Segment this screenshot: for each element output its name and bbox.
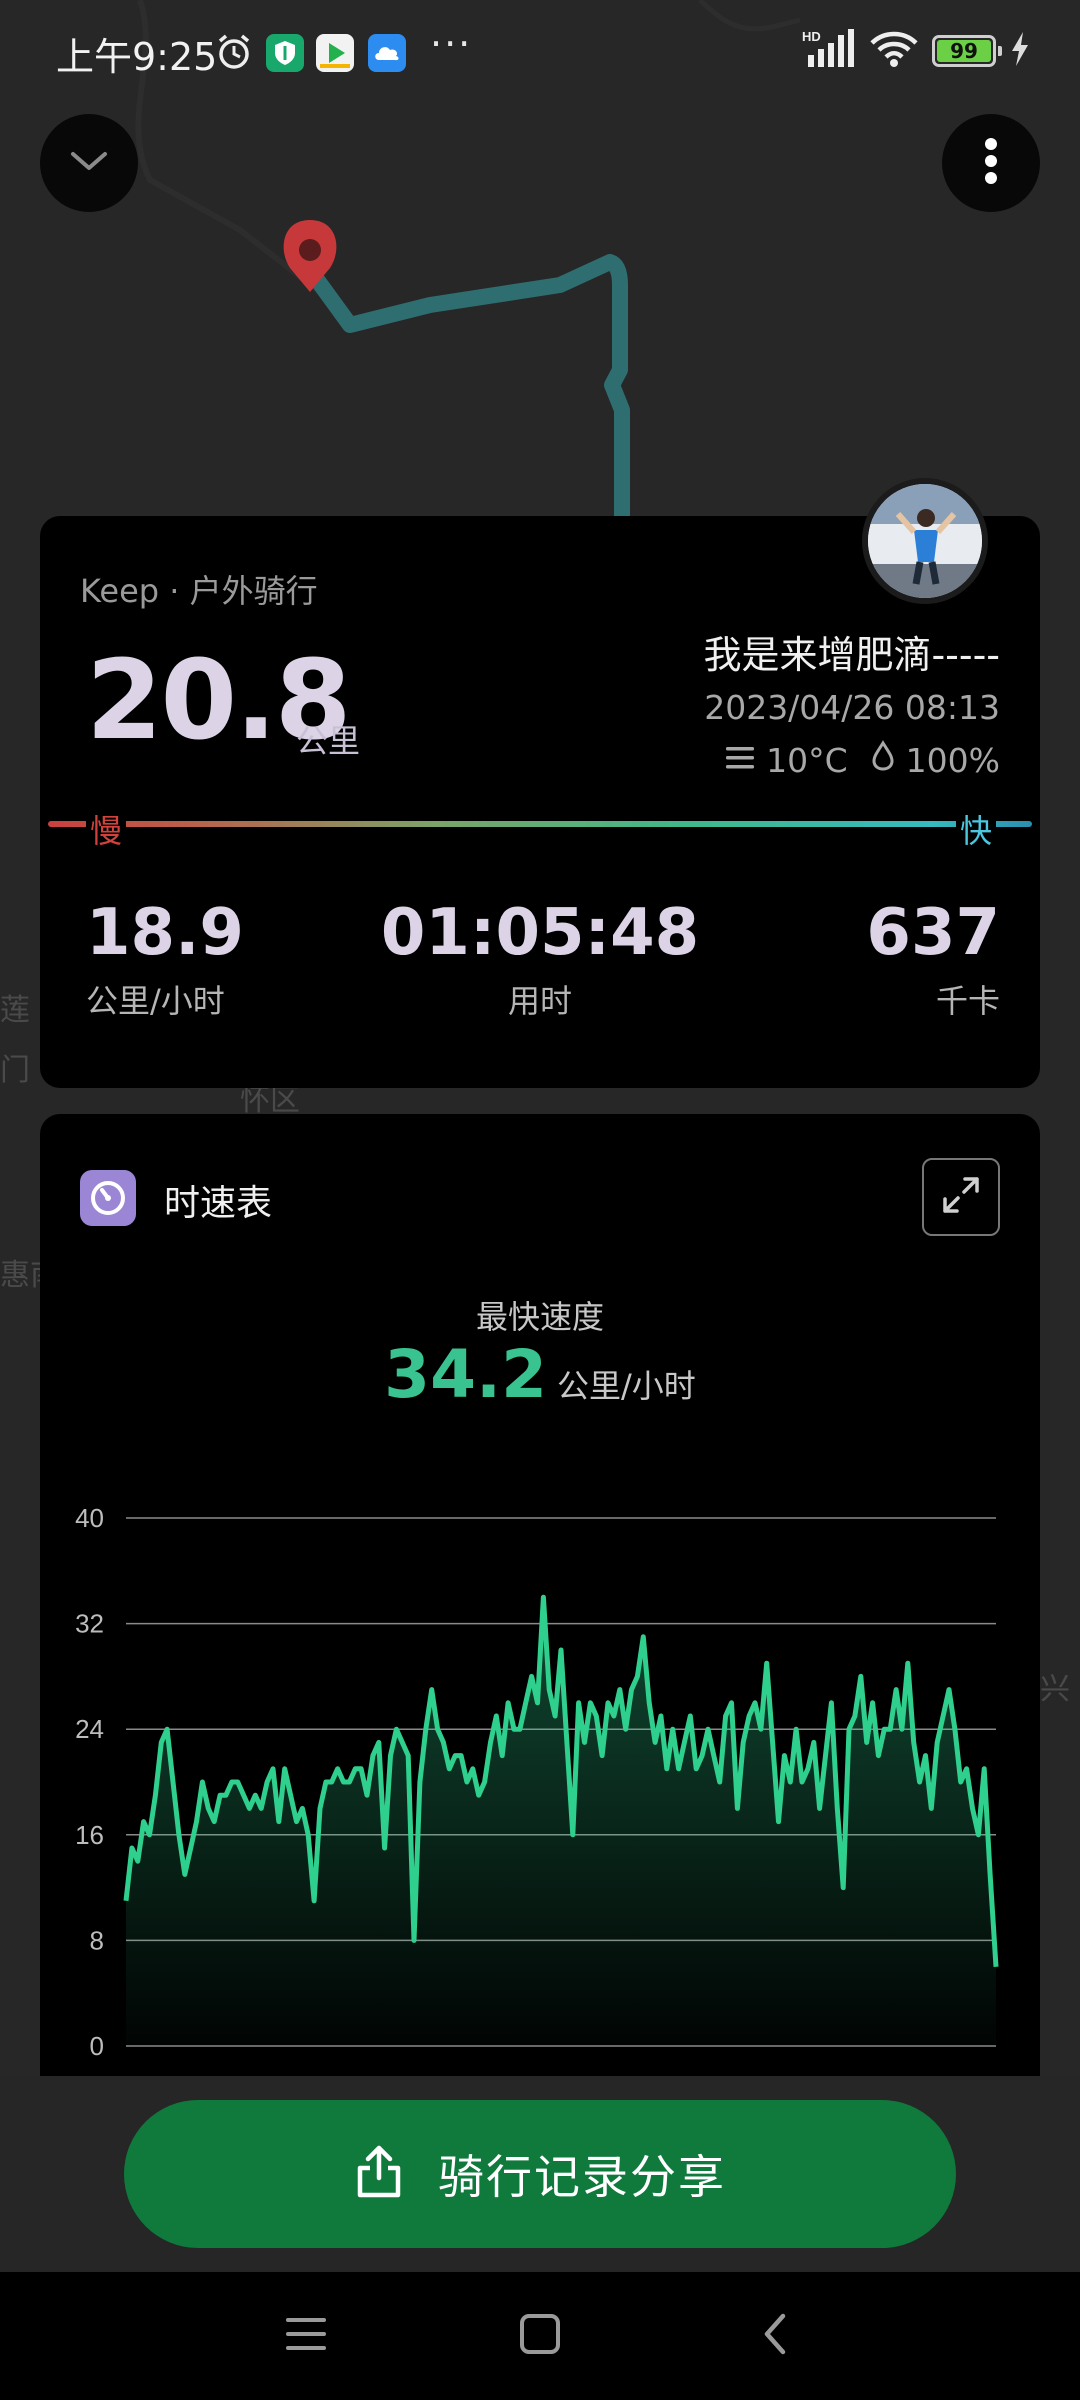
route-track: [302, 254, 630, 520]
wifi-icon: [870, 30, 918, 72]
battery-icon: 99: [932, 35, 1002, 67]
speed-gradient-bar: [48, 821, 1032, 827]
y-tick-label: 24: [75, 1714, 104, 1744]
collapse-button[interactable]: [40, 114, 138, 212]
speedometer-card: 时速表 最快速度 34.2 公里/小时 0 8 16 24 32 40: [40, 1114, 1040, 2114]
cloud-app-icon: [368, 34, 406, 72]
map-pin-icon: [283, 220, 337, 292]
weather-info: 10°C 100%: [724, 740, 1000, 780]
slow-label: 慢: [86, 806, 127, 852]
map-label: 兴: [1040, 1672, 1070, 1707]
calories-value: 637: [866, 896, 1000, 970]
map-label: 门: [0, 1053, 30, 1088]
y-tick-label: 0: [90, 2031, 104, 2061]
battery-level: 99: [937, 40, 991, 62]
y-tick-label: 40: [75, 1503, 104, 1533]
back-icon: [757, 2310, 791, 2362]
humidity-drop-icon: [870, 740, 896, 780]
navigation-bar: [0, 2272, 1080, 2400]
charging-icon: [1010, 32, 1030, 70]
shield-app-icon: [266, 34, 304, 72]
home-icon: [518, 2312, 562, 2360]
fast-label: 快: [956, 806, 997, 852]
y-tick-label: 32: [75, 1609, 104, 1639]
alarm-icon: [214, 32, 254, 76]
signal-icon: HD: [802, 29, 856, 73]
more-options-button[interactable]: [942, 114, 1040, 212]
weather-icon: [724, 741, 756, 780]
more-notifications: ···: [430, 22, 473, 66]
map-label: 莲: [0, 993, 30, 1028]
calories-label: 千卡: [935, 982, 1000, 1020]
share-icon: [354, 2144, 404, 2204]
avatar[interactable]: [862, 478, 988, 604]
distance-unit: 公里: [296, 722, 361, 760]
status-time: 上午9:25: [56, 35, 218, 79]
network-label: HD: [802, 29, 821, 44]
menu-icon: [284, 2314, 328, 2358]
share-ride-button[interactable]: 骑行记录分享: [124, 2100, 956, 2248]
temperature: 10°C: [766, 740, 848, 780]
status-bar: 上午9:25 ··· HD 99: [0, 0, 1080, 104]
username: 我是来增肥滴-----: [703, 633, 1000, 677]
status-indicators: HD 99: [802, 28, 1030, 74]
home-button[interactable]: [512, 2308, 568, 2364]
source-label: Keep · 户外骑行: [80, 572, 318, 610]
humidity: 100%: [905, 740, 1000, 780]
video-app-icon: [316, 34, 354, 72]
y-tick-label: 16: [75, 1820, 104, 1850]
speed-chart[interactable]: 0 8 16 24 32 40: [40, 1114, 1040, 2114]
y-tick-label: 8: [90, 1925, 104, 1955]
ride-summary-card: Keep · 户外骑行 20.8 公里 我是来增肥滴----- 2023/04/…: [40, 516, 1040, 1088]
more-vertical-icon: [981, 136, 1001, 190]
ride-datetime: 2023/04/26 08:13: [704, 688, 1000, 727]
share-label: 骑行记录分享: [438, 2150, 726, 2204]
chevron-down-icon: [67, 146, 111, 180]
duration-label: 用时: [507, 982, 572, 1020]
back-button[interactable]: [746, 2308, 802, 2364]
menu-button[interactable]: [278, 2308, 334, 2364]
